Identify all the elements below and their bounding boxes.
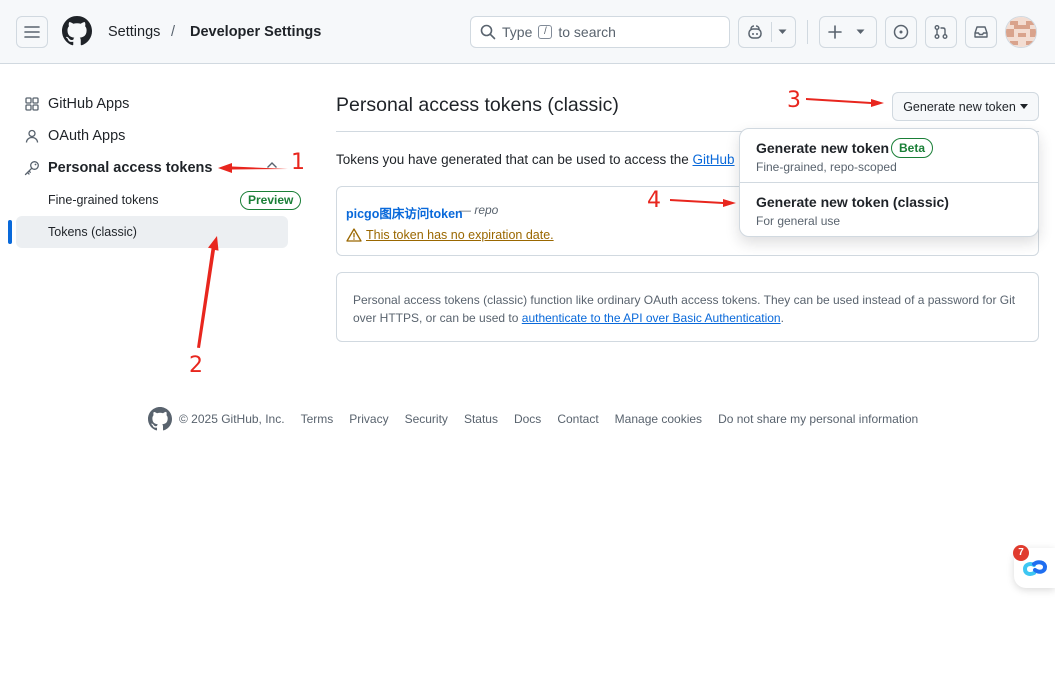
search-icon <box>480 24 496 40</box>
footer-link-contact[interactable]: Contact <box>557 412 598 426</box>
copilot-icon <box>748 25 762 39</box>
sidebar-subitem-tokens-classic[interactable]: Tokens (classic) <box>16 216 288 248</box>
token-name-link[interactable]: picgo图床访问token <box>346 203 463 222</box>
info-text-line-2: over HTTPS, or can be used to authentica… <box>353 309 1022 327</box>
hamburger-icon <box>24 26 40 38</box>
inbox-button[interactable] <box>965 16 997 48</box>
sidebar-item-label: OAuth Apps <box>48 128 126 144</box>
breadcrumb-settings[interactable]: Settings <box>108 24 160 40</box>
plus-icon <box>828 25 842 39</box>
preview-badge: Preview <box>240 191 302 210</box>
sidebar-subitem-label: Fine-grained tokens <box>48 193 159 207</box>
search-placeholder-suffix: to search <box>558 24 616 40</box>
footer-link-manage-cookies[interactable]: Manage cookies <box>615 412 702 426</box>
issues-button[interactable] <box>885 16 917 48</box>
intro-text-body: Tokens you have generated that can be us… <box>336 152 689 167</box>
key-icon <box>24 160 40 176</box>
sidebar-item-label: GitHub Apps <box>48 96 130 112</box>
search-input[interactable]: Type / to search <box>470 16 730 48</box>
dropdown-item-title: Generate new token (classic) <box>756 194 949 210</box>
breadcrumb-developer-settings[interactable]: Developer Settings <box>190 24 321 40</box>
annotation-number-4: 4 <box>647 188 661 213</box>
page-title: Personal access tokens (classic) <box>336 94 619 116</box>
generate-token-dropdown: Generate new token Beta Fine-grained, re… <box>739 128 1039 237</box>
active-indicator <box>8 220 12 244</box>
sidebar-item-personal-access-tokens[interactable]: Personal access tokens <box>16 152 288 184</box>
user-avatar[interactable] <box>1005 16 1037 48</box>
triangle-down-icon <box>1019 104 1028 109</box>
apps-icon <box>24 96 40 112</box>
search-placeholder-prefix: Type <box>502 24 533 40</box>
inbox-icon <box>974 26 988 38</box>
notification-badge: 7 <box>1013 545 1029 561</box>
hamburger-menu-button[interactable] <box>16 16 48 48</box>
dropdown-item-fine-grained[interactable]: Generate new token Beta Fine-grained, re… <box>740 129 1038 183</box>
sidebar-item-oauth-apps[interactable]: OAuth Apps <box>16 120 288 152</box>
annotation-arrow-3 <box>806 98 884 107</box>
footer-link-security[interactable]: Security <box>405 412 448 426</box>
chevron-up-icon[interactable] <box>266 161 278 169</box>
chevron-down-icon <box>856 29 865 34</box>
sidebar-subitem-label: Tokens (classic) <box>48 225 137 239</box>
copilot-button[interactable] <box>738 16 796 48</box>
breadcrumb-separator: / <box>171 24 176 40</box>
token-scope: — repo <box>459 203 499 217</box>
footer-link-privacy[interactable]: Privacy <box>349 412 388 426</box>
footer-link-status[interactable]: Status <box>464 412 498 426</box>
dropdown-item-description: For general use <box>756 214 841 228</box>
basic-auth-link[interactable]: authenticate to the API over Basic Authe… <box>522 311 781 325</box>
annotation-number-3: 3 <box>787 88 801 113</box>
info-box: Personal access tokens (classic) functio… <box>336 272 1039 342</box>
top-header: Settings / Developer Settings Type / to … <box>0 0 1055 64</box>
footer: © 2025 GitHub, Inc. Terms Privacy Securi… <box>148 407 934 431</box>
beta-badge: Beta <box>891 138 934 158</box>
chevron-down-icon[interactable] <box>778 29 787 35</box>
copilot-divider <box>771 22 772 42</box>
create-new-button[interactable] <box>819 16 877 48</box>
footer-link-docs[interactable]: Docs <box>514 412 541 426</box>
sidebar-item-github-apps[interactable]: GitHub Apps <box>16 88 288 120</box>
info-text-line-1: Personal access tokens (classic) functio… <box>353 293 1016 307</box>
issue-opened-icon <box>893 24 909 40</box>
pull-requests-button[interactable] <box>925 16 957 48</box>
dropdown-item-classic[interactable]: Generate new token (classic) For general… <box>740 183 1038 237</box>
header-divider <box>807 20 808 44</box>
github-logo-icon[interactable] <box>62 16 92 48</box>
token-expiration-warning: This token has no expiration date. <box>346 228 554 242</box>
dropdown-item-description: Fine-grained, repo-scoped <box>756 160 897 174</box>
info-text-end: . <box>780 311 784 325</box>
github-mark-icon[interactable] <box>148 407 172 431</box>
github-api-link[interactable]: GitHub <box>693 152 735 167</box>
sidebar-subitem-fine-grained-tokens[interactable]: Fine-grained tokens Preview <box>16 184 302 216</box>
annotation-number-1: 1 <box>291 150 305 175</box>
annotation-arrow-2 <box>197 236 219 348</box>
footer-link-do-not-share[interactable]: Do not share my personal information <box>718 412 918 426</box>
generate-new-token-label: Generate new token <box>903 99 1016 114</box>
annotation-number-2: 2 <box>189 353 203 378</box>
alert-icon <box>346 228 362 242</box>
intro-text: Tokens you have generated that can be us… <box>336 152 735 167</box>
info-text-body: over HTTPS, or can be used to <box>353 311 519 325</box>
person-icon <box>24 128 40 144</box>
footer-copyright: © 2025 GitHub, Inc. <box>179 412 285 426</box>
footer-link-terms[interactable]: Terms <box>301 412 334 426</box>
token-warning-text[interactable]: This token has no expiration date. <box>366 228 554 242</box>
sidebar-item-label: Personal access tokens <box>48 160 213 176</box>
git-pull-request-icon <box>934 25 948 39</box>
generate-new-token-button[interactable]: Generate new token <box>892 92 1039 121</box>
dropdown-item-title: Generate new token <box>756 140 890 156</box>
search-shortcut-key: / <box>538 25 553 39</box>
